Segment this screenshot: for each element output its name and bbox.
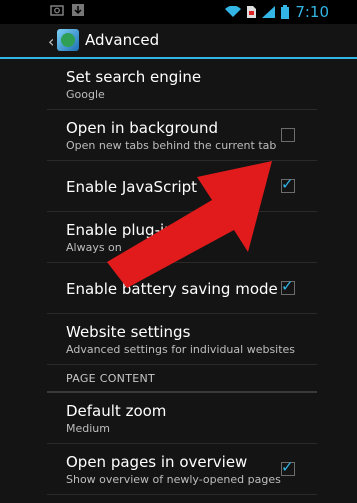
signal-icon xyxy=(262,6,276,18)
screenshot-icon xyxy=(50,4,64,16)
screen: 7:10 ‹ Advanced Set search engine Google… xyxy=(0,0,357,503)
pref-summary: Show overview of newly-opened pages xyxy=(66,473,281,486)
pref-label: Enable JavaScript xyxy=(66,178,198,196)
section-header-page-content: PAGE CONTENT xyxy=(47,365,317,393)
status-clock: 7:10 xyxy=(295,3,329,21)
pref-open-in-background[interactable]: Open in background Open new tabs behind … xyxy=(47,110,317,161)
checkmark-icon: ✓ xyxy=(281,458,294,476)
pref-label: Open pages in overview xyxy=(66,453,248,471)
enable-javascript-checkbox[interactable]: ✓ xyxy=(281,175,295,193)
pref-label: Website settings xyxy=(66,323,191,341)
sim-icon xyxy=(247,6,257,18)
battery-icon xyxy=(281,5,290,19)
action-bar: ‹ Advanced xyxy=(0,24,357,59)
checkmark-icon: ✓ xyxy=(281,175,294,193)
pref-label: Open in background xyxy=(66,119,218,137)
pref-label: Default zoom xyxy=(66,402,167,420)
pref-summary: Always on xyxy=(66,241,122,254)
checkmark-icon: ✓ xyxy=(281,277,294,295)
back-chevron-icon[interactable]: ‹ xyxy=(48,32,54,51)
download-icon xyxy=(72,4,84,16)
pref-summary: Advanced settings for individual website… xyxy=(66,343,296,356)
pref-label: Enable plug-ins xyxy=(66,221,182,239)
pref-website-settings[interactable]: Website settings Advanced settings for i… xyxy=(47,314,317,365)
section-header-label: PAGE CONTENT xyxy=(66,372,156,385)
browser-app-icon[interactable] xyxy=(57,29,79,51)
battery-saving-checkbox[interactable]: ✓ xyxy=(281,277,295,295)
pref-search-engine[interactable]: Set search engine Google xyxy=(47,59,317,110)
pref-open-pages-overview[interactable]: Open pages in overview Show overview of … xyxy=(47,444,317,495)
pref-battery-saving[interactable]: Enable battery saving mode ✓ xyxy=(47,263,317,314)
pref-enable-javascript[interactable]: Enable JavaScript ✓ xyxy=(47,161,317,212)
page-title: Advanced xyxy=(85,31,160,49)
status-bar: 7:10 xyxy=(0,0,357,24)
pref-summary: Google xyxy=(66,88,105,101)
pref-label: Set search engine xyxy=(66,68,202,86)
pref-default-zoom[interactable]: Default zoom Medium xyxy=(47,393,317,444)
pref-summary: Medium xyxy=(66,422,110,435)
wifi-icon xyxy=(225,6,242,18)
pref-summary: Open new tabs behind the current tab xyxy=(66,139,277,152)
pref-enable-plugins[interactable]: Enable plug-ins Always on xyxy=(47,212,317,263)
open-pages-overview-checkbox[interactable]: ✓ xyxy=(281,458,295,476)
pref-label: Enable battery saving mode xyxy=(66,280,278,298)
settings-list: Set search engine Google Open in backgro… xyxy=(47,59,317,495)
open-in-background-checkbox[interactable] xyxy=(281,128,295,142)
